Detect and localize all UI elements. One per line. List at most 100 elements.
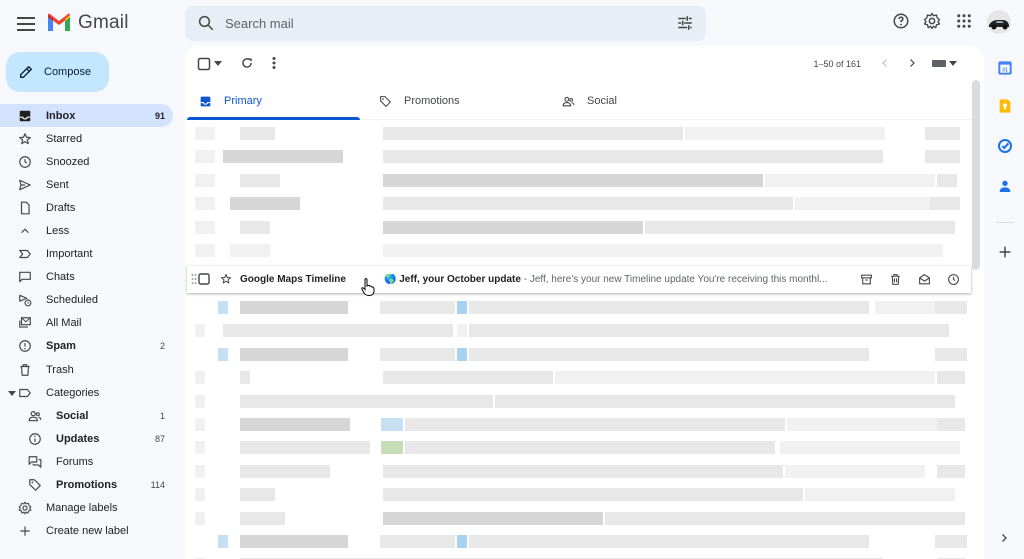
inbox-icon [18, 109, 32, 123]
sidebar-item-starred[interactable]: Starred [0, 127, 173, 150]
sidebar-item-label: Less [46, 225, 70, 238]
gmail-wordmark: Gmail [78, 12, 129, 33]
tab-label: Promotions [404, 95, 460, 107]
tag-icon [28, 478, 42, 492]
snooze-icon[interactable] [947, 273, 960, 286]
mail-toolbar: 1–50 of 161 [185, 46, 984, 82]
chevron-up-icon [18, 224, 32, 238]
contacts-icon[interactable] [997, 178, 1013, 194]
tune-icon[interactable] [676, 14, 694, 32]
email-sender: Google Maps Timeline [240, 274, 346, 285]
sidebar-item-drafts[interactable]: Drafts [0, 196, 173, 219]
sidebar-item-updates[interactable]: Updates 87 [0, 427, 173, 450]
hand-cursor-icon [361, 278, 375, 296]
row-checkbox[interactable] [198, 273, 210, 285]
chevron-right-icon[interactable] [906, 57, 918, 69]
tab-label: Primary [224, 95, 262, 107]
drag-handle-icon[interactable] [191, 273, 197, 285]
keep-icon[interactable] [997, 98, 1013, 114]
globe-emoji: 🌎 [384, 274, 397, 285]
search-bar[interactable] [185, 6, 706, 41]
add-icon[interactable] [997, 244, 1013, 260]
select-all-checkbox[interactable] [197, 57, 211, 71]
trash-icon [18, 363, 32, 377]
sidebar-item-forums[interactable]: Forums [0, 450, 173, 473]
social-icon [28, 409, 42, 423]
settings-icon[interactable] [923, 12, 941, 30]
email-row-blurred[interactable] [185, 216, 971, 239]
plus-icon [18, 524, 32, 538]
promotions-count: 114 [150, 480, 165, 491]
tab-primary[interactable]: Primary [187, 82, 262, 120]
sidebar-item-scheduled[interactable]: Scheduled [0, 289, 173, 312]
sidebar-item-less[interactable]: Less [0, 219, 173, 242]
email-row-blurred[interactable] [185, 366, 971, 389]
sidebar-item-label: Starred [46, 132, 83, 145]
help-icon[interactable] [892, 12, 910, 30]
mark-as-read-icon[interactable] [918, 273, 931, 286]
email-row-blurred[interactable] [185, 483, 971, 506]
email-row-blurred[interactable] [185, 507, 971, 530]
sidebar-item-allmail[interactable]: All Mail [0, 312, 173, 335]
email-row-blurred[interactable] [185, 460, 971, 483]
email-row-blurred[interactable] [185, 553, 971, 559]
more-vert-icon[interactable] [271, 56, 277, 70]
email-row-blurred[interactable] [185, 413, 971, 436]
calendar-icon[interactable]: 31 [997, 60, 1013, 76]
sidebar-item-promotions[interactable]: Promotions 114 [0, 474, 173, 497]
account-avatar[interactable] [987, 10, 1011, 34]
search-input[interactable] [225, 6, 645, 41]
chevron-left-icon[interactable] [879, 57, 891, 69]
sidebar-item-label: Trash [46, 363, 74, 376]
compose-button[interactable]: Compose [6, 52, 109, 92]
delete-icon[interactable] [889, 273, 902, 286]
sidebar-item-trash[interactable]: Trash [0, 358, 173, 381]
email-row-blurred[interactable] [185, 390, 971, 413]
email-row-blurred[interactable] [185, 192, 971, 215]
sidebar-item-label: Drafts [46, 201, 76, 214]
email-row-blurred[interactable] [185, 530, 971, 553]
search-icon[interactable] [197, 14, 215, 32]
email-row-blurred[interactable] [185, 169, 971, 192]
apps-icon[interactable] [955, 12, 973, 30]
sidebar-item-manage-labels[interactable]: Manage labels [0, 497, 173, 520]
archive-icon[interactable] [860, 273, 873, 286]
select-menu-caret-icon[interactable] [214, 61, 222, 67]
sidebar-item-sent[interactable]: Sent [0, 173, 173, 196]
sidebar-item-social[interactable]: Social 1 [0, 404, 173, 427]
sidebar-item-create-label[interactable]: Create new label [0, 520, 173, 543]
sidebar-item-label: All Mail [46, 317, 82, 330]
sidebar-item-inbox[interactable]: Inbox 91 [0, 104, 173, 128]
sidebar-item-chats[interactable]: Chats [0, 266, 173, 289]
sidebar-item-spam[interactable]: Spam 2 [0, 335, 173, 358]
email-row-blurred[interactable] [185, 343, 971, 366]
sidebar-item-categories[interactable]: Categories [0, 381, 173, 404]
sidebar-nav: Inbox 91 Starred Snoozed Sent Drafts Les… [0, 104, 180, 543]
email-row-blurred[interactable] [185, 296, 971, 319]
sidebar-item-snoozed[interactable]: Snoozed [0, 150, 173, 173]
email-row-blurred[interactable] [185, 239, 971, 262]
email-row-blurred[interactable] [185, 436, 971, 459]
send-icon [18, 178, 32, 192]
star-icon[interactable] [220, 273, 232, 285]
email-row-hovered[interactable]: Google Maps Timeline 🌎 Jeff, your Octobe… [187, 266, 971, 293]
tasks-icon[interactable] [997, 138, 1013, 154]
refresh-icon[interactable] [240, 56, 254, 70]
main-menu-icon[interactable] [14, 12, 38, 36]
input-tools-icon[interactable] [931, 59, 959, 68]
sidebar-item-important[interactable]: Important [0, 243, 173, 266]
tab-social[interactable]: Social [550, 82, 617, 120]
all-mail-icon [18, 316, 32, 330]
email-row-blurred[interactable] [185, 122, 971, 145]
spam-count: 2 [159, 341, 165, 352]
email-row-blurred[interactable] [185, 145, 971, 168]
gmail-logo[interactable]: Gmail [46, 12, 129, 34]
chevron-right-icon[interactable] [998, 532, 1010, 544]
email-row-blurred[interactable] [185, 319, 971, 342]
inbox-count: 91 [154, 110, 165, 121]
social-icon [562, 95, 575, 108]
tab-promotions[interactable]: Promotions [367, 82, 460, 120]
email-separator: - [520, 274, 530, 285]
social-count: 1 [159, 410, 165, 421]
scrollbar-thumb[interactable] [972, 80, 980, 270]
